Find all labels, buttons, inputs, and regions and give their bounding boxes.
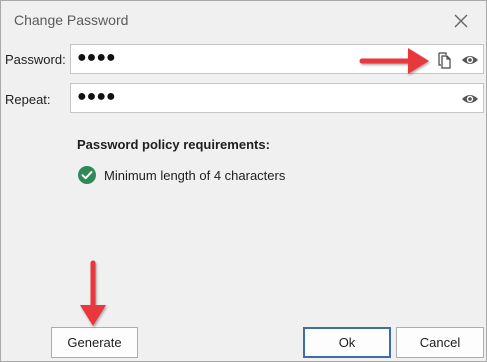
- repeat-label: Repeat:: [5, 92, 51, 107]
- check-circle-icon: [78, 166, 96, 184]
- reveal-repeat-button[interactable]: [460, 89, 480, 109]
- cancel-button[interactable]: Cancel: [396, 327, 484, 358]
- dialog-title: Change Password: [14, 12, 129, 28]
- password-label: Password:: [5, 52, 66, 67]
- password-field[interactable]: ●●●●: [70, 44, 484, 74]
- eye-icon: [462, 56, 478, 64]
- policy-item-text: Minimum length of 4 characters: [104, 168, 286, 183]
- ok-button[interactable]: Ok: [303, 327, 391, 358]
- close-icon: [454, 14, 468, 28]
- generate-button[interactable]: Generate: [51, 327, 138, 358]
- close-button[interactable]: [450, 10, 472, 32]
- copy-icon: [438, 52, 451, 69]
- password-value: ●●●●: [77, 49, 116, 66]
- title-bar: Change Password: [1, 1, 486, 39]
- copy-button[interactable]: [435, 50, 455, 70]
- reveal-password-button[interactable]: [460, 50, 480, 70]
- eye-icon: [462, 95, 478, 103]
- repeat-field[interactable]: ●●●●: [70, 83, 484, 113]
- policy-title: Password policy requirements:: [77, 137, 270, 152]
- change-password-dialog: Change Password Password: ●●●● Repeat: ●…: [0, 0, 487, 362]
- repeat-value: ●●●●: [77, 88, 116, 105]
